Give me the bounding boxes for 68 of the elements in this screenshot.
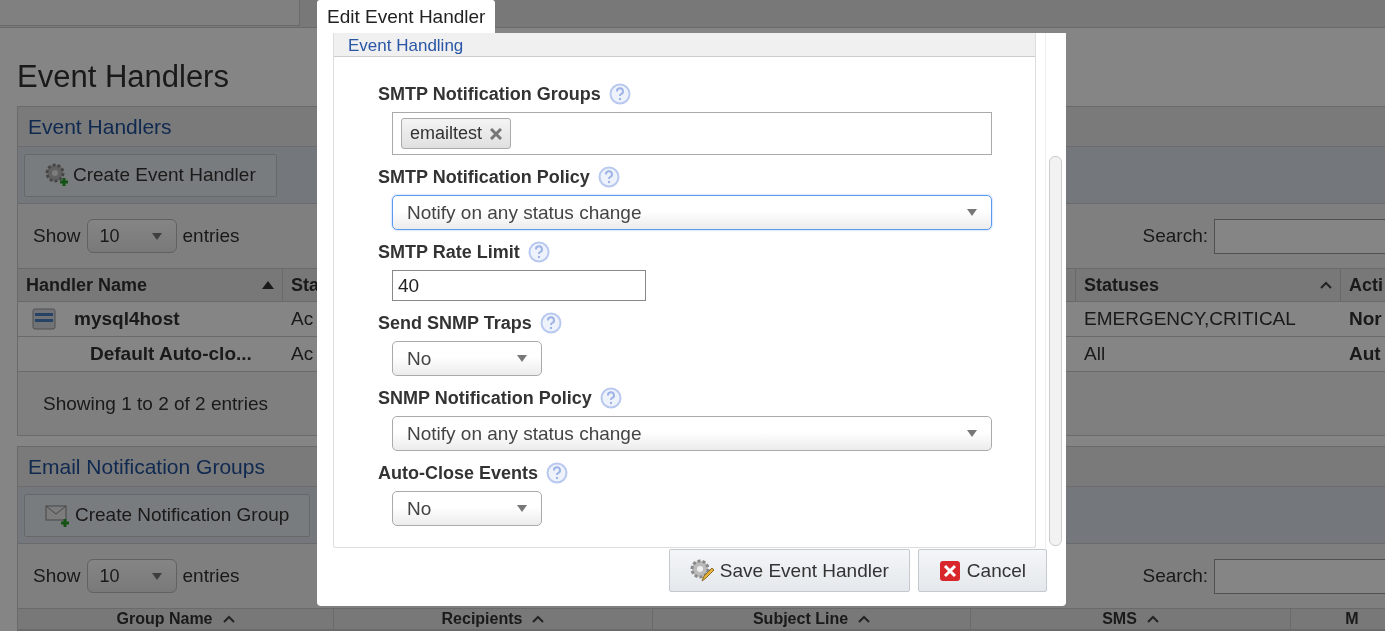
- entries-label: entries: [182, 225, 240, 247]
- scrollbar[interactable]: [1045, 33, 1065, 548]
- field-label: SMTP Rate Limit: [378, 241, 520, 263]
- panel-title: Event Handlers: [28, 114, 172, 139]
- caret-icon: [517, 355, 527, 362]
- search-label: Search:: [1142, 225, 1208, 247]
- field-label: Send SNMP Traps: [378, 312, 532, 334]
- table-cell: Ac: [291, 308, 314, 330]
- close-icon: [938, 559, 961, 582]
- entries-label: entries: [182, 565, 240, 587]
- field-label: SNMP Notification Policy: [378, 387, 592, 409]
- caret-icon: [517, 505, 527, 512]
- save-button[interactable]: Save Event Handler: [668, 549, 910, 592]
- table-info: Showing 1 to 2 of 2 entries: [43, 392, 268, 415]
- caret-icon: [967, 209, 977, 216]
- caret-icon: [967, 430, 977, 437]
- table-cell: mysql4host: [74, 308, 180, 330]
- table-cell: Default Auto-clo...: [90, 343, 252, 365]
- select-field[interactable]: No: [392, 341, 542, 376]
- cancel-button[interactable]: Cancel: [917, 549, 1047, 592]
- search-field[interactable]: [1214, 218, 1385, 254]
- gear-add-icon: [45, 163, 69, 187]
- select-field[interactable]: Notify on any status change: [392, 195, 992, 230]
- field-label: SMTP Notification Policy: [378, 166, 590, 188]
- page-title: Event Handlers: [17, 58, 229, 96]
- table-cell: Nor: [1349, 308, 1382, 330]
- caret-icon: [151, 232, 162, 240]
- tag-label: emailtest: [410, 123, 483, 144]
- column-header[interactable]: Recipients: [334, 608, 653, 630]
- section-title: Event Handling: [348, 36, 464, 56]
- help-icon[interactable]: [539, 312, 562, 334]
- show-label: Show: [33, 225, 81, 247]
- column-header[interactable]: M: [1291, 608, 1385, 630]
- table-cell: EMERGENCY,CRITICAL: [1084, 308, 1296, 330]
- field-label: Auto-Close Events: [378, 462, 539, 484]
- column-header[interactable]: SMS: [971, 608, 1291, 630]
- create-button[interactable]: Create Notification Group: [24, 493, 311, 537]
- select-field[interactable]: No: [392, 491, 542, 526]
- table-cell: All: [1084, 343, 1106, 365]
- input-field[interactable]: 40: [392, 270, 646, 301]
- remove-icon[interactable]: [490, 127, 503, 140]
- help-icon[interactable]: [608, 83, 631, 105]
- table-cell: Aut: [1349, 343, 1381, 365]
- help-icon[interactable]: [546, 462, 569, 484]
- caret-icon: [151, 572, 162, 580]
- column-header[interactable]: Statuses: [1076, 268, 1341, 302]
- server-icon: [32, 308, 56, 330]
- search-field[interactable]: [1214, 558, 1385, 594]
- help-icon[interactable]: [597, 166, 620, 188]
- column-header[interactable]: Subject Line: [653, 608, 971, 630]
- create-button[interactable]: Create Event Handler: [24, 153, 277, 197]
- page-size-select[interactable]: 10: [86, 559, 177, 593]
- dialog-title: Edit Event Handler: [317, 0, 496, 33]
- table-cell: Ac: [291, 343, 314, 365]
- envelope-add-icon: [45, 503, 71, 527]
- select-field[interactable]: Notify on any status change: [392, 416, 992, 451]
- field-label: SMTP Notification Groups: [378, 83, 601, 105]
- gear-pencil-icon: [689, 558, 714, 583]
- help-icon[interactable]: [599, 387, 622, 409]
- panel-title: Email Notification Groups: [28, 454, 265, 479]
- search-label: Search:: [1142, 565, 1208, 587]
- column-header[interactable]: Acti: [1341, 268, 1385, 302]
- tags-field[interactable]: emailtest: [392, 112, 992, 155]
- help-icon[interactable]: [527, 241, 550, 263]
- column-header[interactable]: Handler Name: [18, 268, 283, 302]
- show-label: Show: [33, 565, 81, 587]
- page-size-select[interactable]: 10: [86, 219, 177, 253]
- column-header[interactable]: Group Name: [18, 608, 334, 630]
